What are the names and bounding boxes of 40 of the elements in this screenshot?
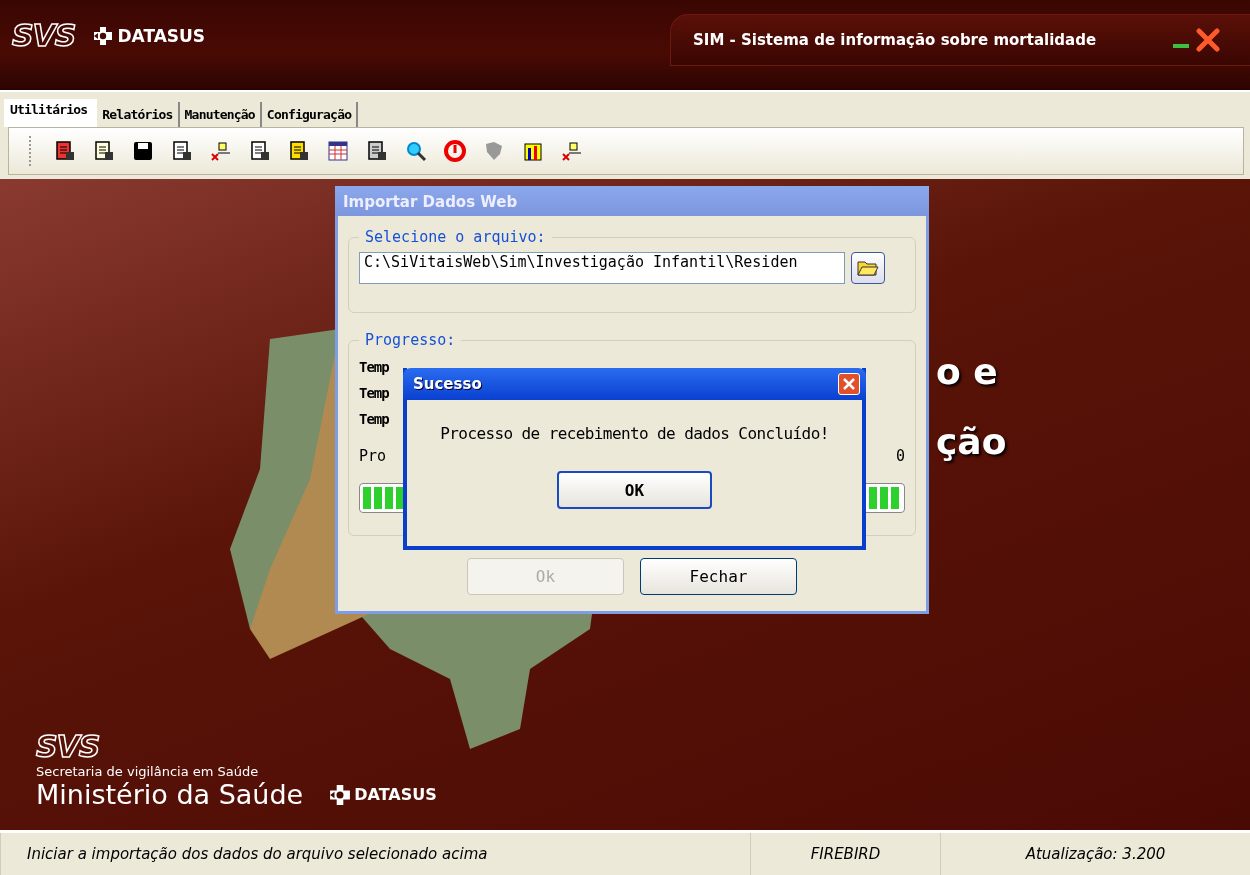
file-path-field[interactable]: C:\SiVitaisWeb\Sim\Investigação Infantil\Residen	[359, 252, 845, 284]
dialog-button[interactable]: Fechar	[640, 558, 797, 595]
ministry-text: Ministério da Saúde	[36, 779, 304, 810]
cross-icon[interactable]	[561, 140, 583, 162]
logo-text: SVS	[12, 18, 76, 53]
dialog-title: Importar Dados Web	[335, 186, 929, 216]
alert-icon[interactable]	[444, 140, 466, 162]
status-text: FIREBIRD	[750, 833, 940, 875]
browse-button[interactable]	[851, 252, 885, 284]
close-icon[interactable]	[1196, 28, 1220, 52]
heading-fragment: ção	[936, 421, 1007, 462]
secretariat-text: Secretaria de vigilância em Saúde	[36, 764, 260, 779]
datasus-emblem-icon	[329, 783, 352, 806]
close-button[interactable]	[838, 373, 860, 395]
time-label: Temp	[359, 359, 389, 375]
close-icon	[843, 378, 855, 390]
progress-value: 0	[895, 447, 905, 465]
ok-button[interactable]: OK	[557, 471, 712, 509]
progress-label: Pro	[359, 447, 387, 465]
group-label: Selecione o arquivo:	[364, 228, 547, 246]
search-icon[interactable]	[405, 140, 427, 162]
group-label: Progresso:	[364, 331, 457, 349]
status-text: Iniciar a importação dos dados do arquivo selecionado acima	[0, 833, 750, 875]
status-text: Atualização: 3.200	[940, 833, 1250, 875]
time-label: Temp	[359, 411, 389, 427]
tab[interactable]: Utilitários	[4, 99, 98, 127]
message-text: Processo de recebimento de dados Concluído!	[440, 424, 829, 443]
calendar-icon[interactable]	[327, 140, 349, 162]
logo-text: SVS	[36, 729, 100, 764]
document-icon[interactable]	[54, 140, 76, 162]
message-box-title: Sucesso	[413, 375, 482, 393]
datasus-emblem-icon	[93, 25, 114, 46]
document-icon[interactable]	[288, 140, 310, 162]
window-title: SIM - Sistema de informação sobre mortalidade	[693, 31, 1097, 49]
chart-icon[interactable]	[522, 140, 544, 162]
time-label: Temp	[359, 385, 389, 401]
cross-icon[interactable]	[210, 140, 232, 162]
brand-text: DATASUS	[117, 25, 206, 46]
heading-fragment: o e	[936, 351, 998, 392]
brand-text: DATASUS	[354, 785, 437, 804]
